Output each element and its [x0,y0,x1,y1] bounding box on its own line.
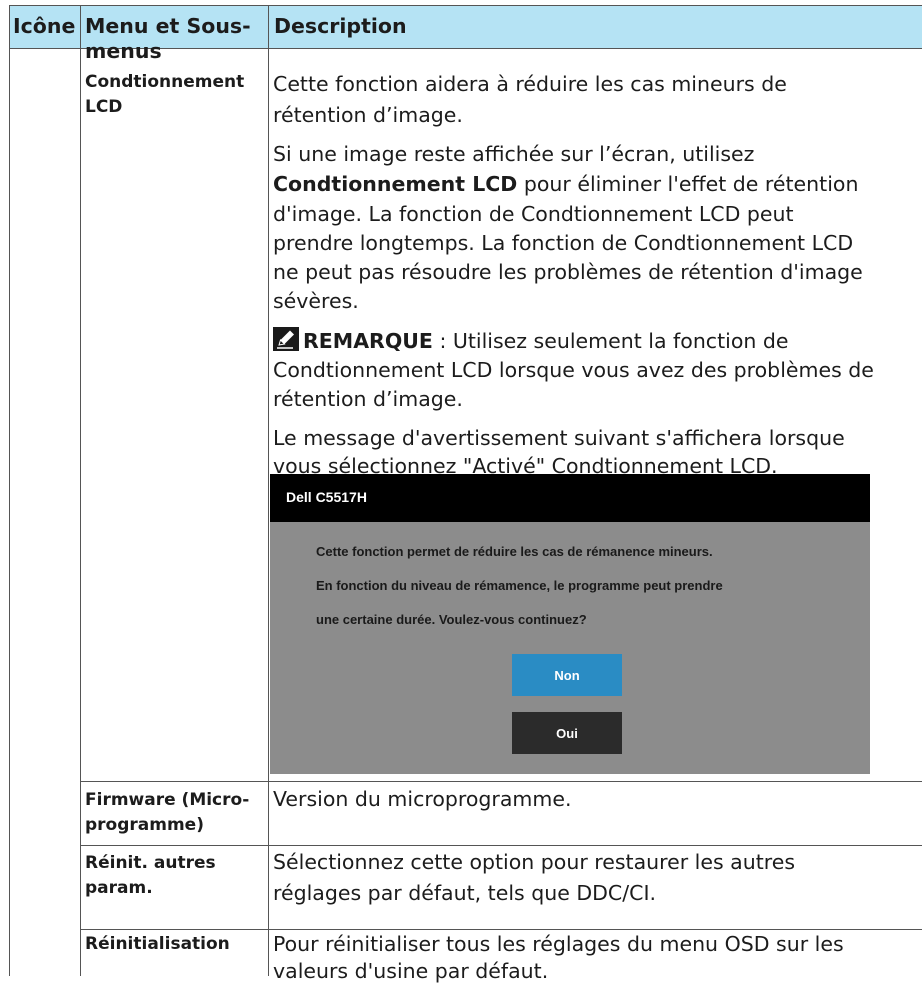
osd-title-bar: Dell C5517H [270,474,870,522]
menu-item-firmware: Firmware (Micro- [85,790,250,810]
header-icon: Icône [13,14,76,38]
note-label: REMARQUE [303,329,433,353]
row-divider [80,845,922,846]
firmware-description: Version du microprogramme. [273,787,572,811]
note-text: : Utilisez seulement la fonction de [432,329,789,353]
factory-reset-description: Pour réinitialiser tous les réglages du … [273,932,844,956]
description-line: Cette fonction aidera à réduire les cas … [273,72,787,96]
menu-item-lcd-conditioning-line2: LCD [85,97,123,117]
reset-other-description: Sélectionnez cette option pour restaurer… [273,850,796,874]
menu-item-reset-other: Réinit. autres [85,853,216,873]
menu-item-firmware-line2: programme) [85,815,204,835]
warning-intro-line: Le message d'avertissement suivant s'aff… [273,426,845,450]
description-line: ne peut pas résoudre les problèmes de ré… [273,260,863,284]
column-divider [80,5,81,976]
column-divider [268,5,269,976]
osd-yes-button[interactable]: Oui [512,712,622,754]
header-menu-line2: menus [85,39,162,63]
description-line-with-bold: Condtionnement LCD pour éliminer l'effet… [273,170,858,200]
description-line: d'image. La fonction de Condtionnement L… [273,202,794,226]
note-line: REMARQUE : Utilisez seulement la fonctio… [273,327,789,357]
bold-term: Condtionnement LCD [273,172,518,196]
row-divider [80,781,922,782]
table-border-top [9,5,922,6]
menu-item-factory-reset: Réinitialisation [85,934,230,954]
description-line: sévères. [273,289,359,313]
factory-reset-description: valeurs d'usine par défaut. [273,959,549,983]
header-description: Description [274,14,407,38]
note-line: rétention d’image. [273,387,463,411]
description-line: Si une image reste affichée sur l’écran,… [273,142,755,166]
osd-no-button[interactable]: Non [512,654,622,696]
header-menu-line1: Menu et Sous- [85,14,251,38]
menu-item-reset-other-line2: param. [85,878,153,898]
osd-message-line: En fonction du niveau de rémamence, le p… [316,578,723,593]
osd-message-line: Cette fonction permet de réduire les cas… [316,544,713,559]
description-text: pour éliminer l'effet de rétention [517,172,859,196]
osd-title: Dell C5517H [286,489,367,505]
table-border-left [9,5,10,976]
description-line: rétention d’image. [273,103,463,127]
osd-menu-table: Icône Menu et Sous- menus Description Co… [0,0,922,983]
note-line: Condtionnement LCD lorsque vous avez des… [273,358,874,382]
pencil-note-icon [273,327,299,351]
reset-other-description: réglages par défaut, tels que DDC/CI. [273,881,657,905]
description-line: prendre longtemps. La fonction de Condti… [273,231,854,255]
osd-message-line: une certaine durée. Voulez-vous continue… [316,612,587,627]
menu-item-lcd-conditioning: Condtionnement [85,72,245,92]
